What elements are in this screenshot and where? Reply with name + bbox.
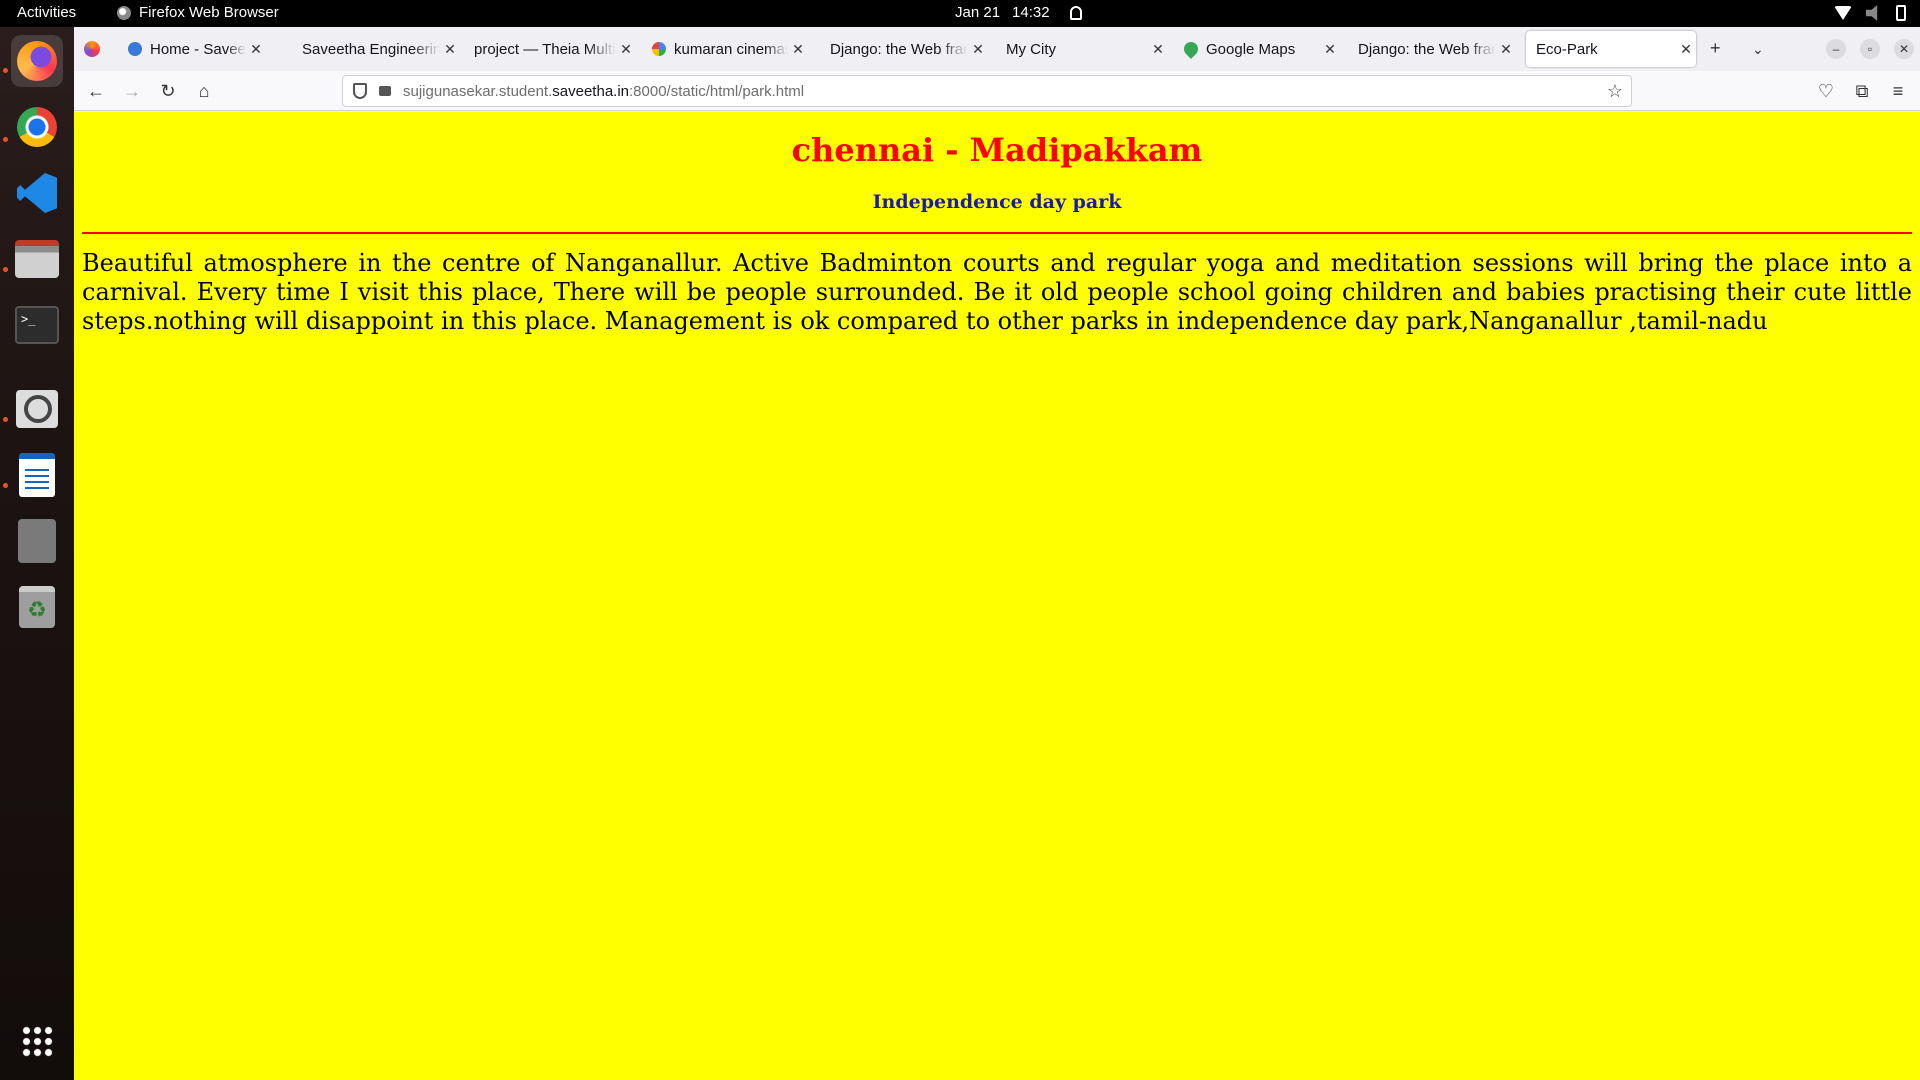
close-tab-icon[interactable]: ✕	[788, 41, 808, 58]
firefox-view-icon[interactable]	[84, 41, 100, 57]
writer-icon	[19, 453, 55, 497]
forward-icon[interactable]: →	[120, 79, 144, 103]
tab-bar: Home - Saveetha ( ✕ Saveetha Engineering…	[74, 27, 1920, 71]
firefox-icon	[17, 41, 57, 81]
system-tray[interactable]	[1834, 5, 1906, 21]
menu-icon[interactable]: ≡	[1886, 79, 1910, 103]
tab[interactable]: Django: the Web fram ✕	[820, 31, 988, 67]
dock-vscode[interactable]	[11, 167, 63, 219]
url-domain: saveetha.in	[552, 82, 630, 100]
extensions-icon[interactable]: ⧉	[1850, 79, 1874, 103]
tab[interactable]: kumaran cinemas ✕	[642, 31, 808, 67]
dock-trash[interactable]: ♻	[11, 581, 63, 633]
reload-icon[interactable]: ↻	[156, 79, 180, 103]
close-tab-icon[interactable]: ✕	[1496, 41, 1516, 58]
running-indicator	[3, 68, 8, 73]
close-tab-icon[interactable]: ✕	[1320, 41, 1340, 58]
time: 14:32	[1012, 4, 1050, 21]
tab[interactable]: My City ✕	[996, 31, 1168, 67]
new-tab-icon[interactable]: +	[1710, 38, 1721, 59]
close-tab-icon[interactable]: ✕	[968, 41, 988, 58]
dock-writer[interactable]	[11, 449, 63, 501]
running-indicator	[3, 417, 8, 422]
running-indicator	[3, 483, 8, 488]
dock-terminal[interactable]: >_	[11, 299, 63, 351]
restore-icon[interactable]: ▫	[1860, 39, 1880, 59]
url-bar[interactable]: sujigunasekar.student.saveetha.in:8000/s…	[342, 75, 1632, 107]
saveetha-favicon-icon	[128, 42, 142, 56]
tab[interactable]: Home - Saveetha ( ✕	[118, 31, 266, 67]
tab-title: Home - Saveetha (	[150, 40, 246, 58]
lock-icon[interactable]	[379, 86, 391, 96]
minimize-icon[interactable]: –	[1826, 39, 1846, 59]
google-favicon-icon	[652, 42, 666, 56]
nav-bar: ← → ↻ ⌂ sujigunasekar.student.saveetha.i…	[74, 71, 1920, 111]
trash-icon: ♻	[19, 586, 55, 628]
tab-title: project — Theia Multi	[474, 40, 616, 58]
page-content: chennai - Madipakkam Independence day pa…	[74, 112, 1920, 1080]
list-tabs-icon[interactable]: ⌄	[1752, 41, 1764, 58]
home-icon[interactable]: ⌂	[192, 79, 216, 103]
close-tab-icon[interactable]: ✕	[1148, 41, 1168, 58]
page-heading: chennai - Madipakkam	[791, 131, 1203, 169]
tab[interactable]: Google Maps ✕	[1174, 31, 1340, 67]
activities-button[interactable]: Activities	[17, 4, 76, 21]
close-tab-icon[interactable]: ✕	[246, 41, 266, 58]
pocket-icon[interactable]: ♡	[1814, 79, 1838, 103]
terminal-icon: >_	[15, 306, 59, 344]
url-suffix: :8000/static/html/park.html	[629, 82, 805, 100]
wifi-icon	[1834, 6, 1852, 20]
tab-title: My City	[1006, 40, 1056, 58]
battery-icon	[1896, 5, 1906, 21]
firefox-icon	[117, 5, 131, 20]
app-menu[interactable]: Firefox Web Browser	[117, 4, 279, 21]
tab-title: Saveetha Engineering	[302, 40, 440, 58]
chrome-icon	[17, 107, 57, 147]
tab-active[interactable]: Eco-Park ✕	[1526, 31, 1696, 67]
bookmark-star-icon[interactable]: ☆	[1607, 81, 1623, 102]
running-indicator	[3, 267, 8, 272]
files-icon	[15, 240, 59, 278]
close-tab-icon[interactable]: ✕	[1676, 41, 1696, 58]
dock-image-viewer[interactable]	[11, 383, 63, 435]
maps-pin-icon	[1181, 39, 1201, 59]
browser-window: Home - Saveetha ( ✕ Saveetha Engineering…	[74, 27, 1920, 1080]
date: Jan 21	[955, 4, 1001, 21]
tab-title: Google Maps	[1206, 40, 1296, 58]
app-name: Firefox Web Browser	[139, 4, 279, 21]
tab-title: Eco-Park	[1536, 40, 1598, 58]
back-icon[interactable]: ←	[84, 79, 108, 103]
dock: >_ ♻	[0, 27, 74, 1080]
volume-muted-icon	[1866, 5, 1878, 21]
app-grid-icon	[21, 1025, 53, 1057]
tab[interactable]: Saveetha Engineering ✕	[292, 31, 460, 67]
url-prefix: sujigunasekar.student.	[403, 82, 553, 100]
running-indicator	[3, 137, 8, 142]
ssd-icon	[18, 519, 56, 563]
tab[interactable]: Django: the Web fram ✕	[1348, 31, 1516, 67]
dock-files[interactable]	[11, 233, 63, 285]
close-tab-icon[interactable]: ✕	[616, 41, 636, 58]
close-tab-icon[interactable]: ✕	[440, 41, 460, 58]
tab-title: Django: the Web fram	[830, 40, 968, 58]
dock-chrome[interactable]	[11, 101, 63, 153]
tab-title: Django: the Web fram	[1358, 40, 1496, 58]
page-subheading: Independence day park	[872, 191, 1122, 213]
close-window-icon[interactable]: ✕	[1894, 39, 1914, 59]
clock[interactable]: Jan 21 14:32	[955, 4, 1082, 21]
url-text[interactable]: sujigunasekar.student.saveetha.in:8000/s…	[403, 83, 804, 100]
image-viewer-icon	[16, 390, 58, 428]
top-bar: Activities Firefox Web Browser Jan 21 14…	[0, 0, 1920, 27]
dock-ssd[interactable]	[11, 515, 63, 567]
dock-firefox[interactable]	[11, 35, 63, 87]
tab[interactable]: project — Theia Multi ✕	[464, 31, 636, 67]
vscode-icon	[17, 173, 57, 213]
park-description: Beautiful atmosphere in the centre of Na…	[82, 249, 1912, 335]
divider	[82, 232, 1912, 234]
notification-bell-icon	[1069, 5, 1082, 20]
show-apps-button[interactable]	[11, 1015, 63, 1067]
tab-title: kumaran cinemas	[674, 40, 788, 58]
tracking-protection-icon[interactable]	[353, 83, 367, 99]
